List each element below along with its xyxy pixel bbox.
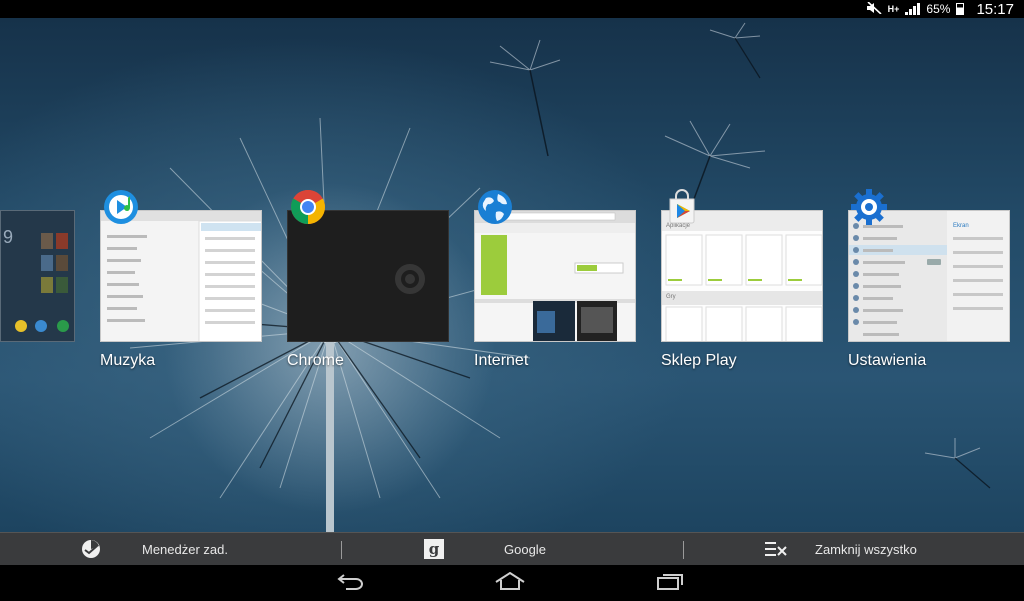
- home-button[interactable]: [490, 571, 530, 595]
- mute-icon: [866, 0, 882, 17]
- music-icon: [102, 188, 140, 226]
- clock: 15:17: [976, 0, 1014, 18]
- app-label: Muzyka: [100, 352, 156, 369]
- task-manager-icon: [80, 538, 102, 560]
- app-thumbnail: [100, 210, 262, 342]
- globe-icon: [476, 188, 514, 226]
- task-manager-button[interactable]: Menedżer zad.: [80, 533, 300, 566]
- app-thumbnail: [474, 210, 636, 342]
- app-thumbnail: [287, 210, 449, 342]
- recent-apps-button[interactable]: [650, 571, 690, 595]
- close-all-button[interactable]: Zamknij wszystko: [764, 533, 1004, 566]
- recent-apps-action-bar: Menedżer zad. g Google Zamknij wszystko: [0, 532, 1024, 565]
- battery-percent: 65%: [926, 2, 951, 16]
- google-button[interactable]: g Google: [424, 533, 624, 566]
- recent-app-card-partial[interactable]: 9: [0, 210, 75, 342]
- chrome-icon: [289, 188, 327, 226]
- network-type: H+: [887, 3, 900, 14]
- home-icon: [494, 571, 526, 595]
- recent-apps-icon: [655, 572, 685, 595]
- app-thumbnail: Ekran: [848, 210, 1010, 342]
- app-thumbnail: 9: [1, 211, 74, 341]
- navigation-bar: [0, 565, 1024, 601]
- google-label: Google: [504, 541, 546, 557]
- battery-icon: [956, 3, 965, 15]
- settings-panel-heading: Ekran: [953, 223, 969, 229]
- back-button[interactable]: [331, 571, 371, 595]
- google-icon: g: [424, 539, 444, 559]
- task-manager-label: Menedżer zad.: [142, 541, 228, 557]
- app-thumbnail: Aplikacje Gry: [661, 210, 823, 342]
- play-store-icon: [663, 188, 701, 226]
- settings-gear-icon: [850, 188, 888, 226]
- status-bar: H+ 65% 15:17: [0, 0, 1024, 18]
- close-all-label: Zamknij wszystko: [815, 541, 917, 557]
- signal-icon: [905, 3, 921, 15]
- app-label: Ustawienia: [848, 352, 927, 369]
- action-divider: [341, 541, 342, 559]
- svg-text:9: 9: [3, 227, 13, 247]
- app-label: Internet: [474, 352, 529, 369]
- close-all-icon: [764, 539, 788, 559]
- play-games-heading: Gry: [666, 294, 676, 300]
- app-label: Sklep Play: [661, 352, 737, 369]
- back-icon: [336, 572, 366, 595]
- app-label: Chrome: [287, 352, 344, 369]
- action-divider: [683, 541, 684, 559]
